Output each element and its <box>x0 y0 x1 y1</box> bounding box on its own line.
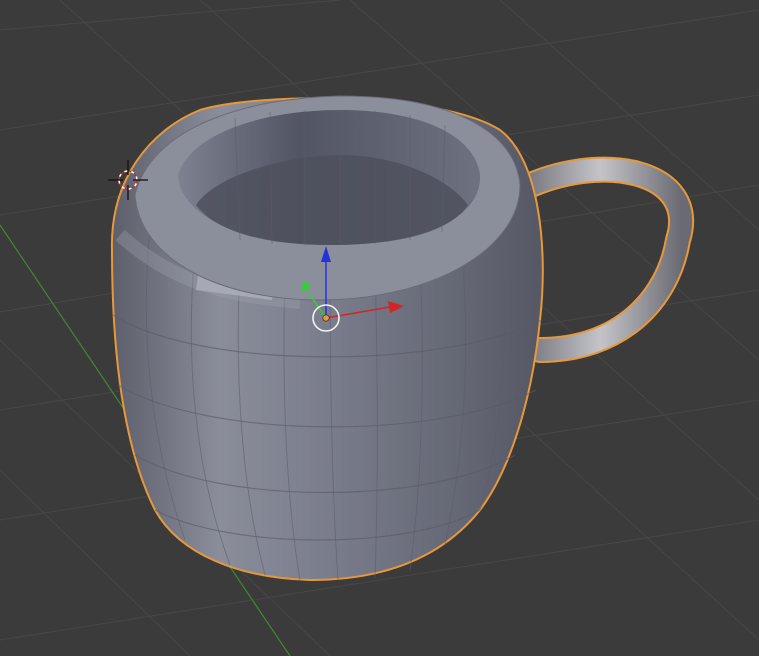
3d-viewport[interactable] <box>0 0 759 656</box>
mug-handle[interactable] <box>507 156 694 363</box>
mug-object[interactable] <box>110 95 544 582</box>
object-origin <box>322 314 330 322</box>
